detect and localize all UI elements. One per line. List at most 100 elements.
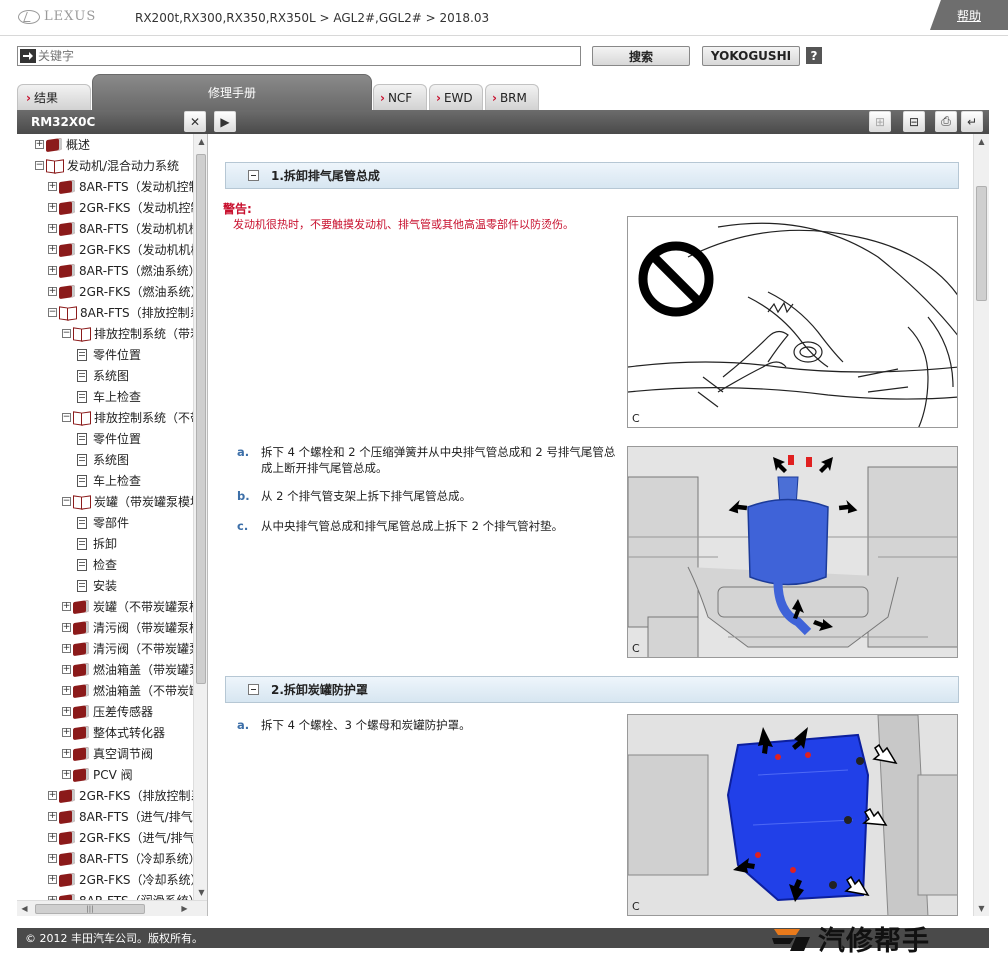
tree-item[interactable]: + 概述 (17, 134, 193, 155)
expand-node-icon[interactable]: + (62, 623, 71, 632)
closed-book-icon (59, 263, 75, 278)
tree-scroll-thumb[interactable] (196, 154, 206, 684)
tree-item-label: 零件位置 (93, 432, 142, 446)
tree-item[interactable]: − 8AR-FTS（排放控制系 (17, 302, 193, 323)
return-button[interactable]: ↵ (961, 111, 983, 132)
help-link[interactable]: 帮助 (930, 0, 1008, 30)
collapse-section-icon[interactable] (248, 684, 259, 695)
tree-item[interactable]: 车上检查 (17, 470, 193, 491)
yokogushi-button[interactable]: YOKOGUSHI (702, 46, 800, 66)
scroll-up-icon[interactable]: ▲ (974, 134, 989, 149)
tree-item[interactable]: 车上检查 (17, 386, 193, 407)
collapse-all-button[interactable]: ⊟ (903, 111, 925, 132)
expand-node-icon[interactable]: + (62, 602, 71, 611)
scroll-right-icon[interactable]: ▶ (177, 901, 192, 916)
tree-item[interactable]: − 排放控制系统（不带 (17, 407, 193, 428)
expand-node-icon[interactable]: + (35, 140, 44, 149)
scroll-left-icon[interactable]: ◀ (17, 901, 32, 916)
content-vertical-scrollbar[interactable]: ▲ ▼ (973, 134, 989, 916)
tab-label: NCF (387, 90, 413, 105)
content-scroll-thumb[interactable] (976, 186, 987, 301)
toggle-tree-button[interactable]: ▶ (214, 111, 236, 132)
tree-item[interactable]: 拆卸 (17, 533, 193, 554)
expand-node-icon[interactable]: + (48, 875, 57, 884)
expand-node-icon[interactable]: + (48, 791, 57, 800)
expand-node-icon[interactable]: + (62, 644, 71, 653)
collapse-node-icon[interactable]: − (48, 308, 57, 317)
expand-node-icon[interactable]: + (62, 665, 71, 674)
expand-node-icon[interactable]: + (48, 812, 57, 821)
expand-node-icon[interactable]: + (48, 287, 57, 296)
tree-hscroll-thumb[interactable]: ||| (35, 904, 145, 914)
tab-ncf[interactable]: › NCF (373, 84, 427, 110)
tree-item[interactable]: + PCV 阀 (17, 764, 193, 785)
expand-node-icon[interactable]: + (62, 686, 71, 695)
collapse-node-icon[interactable]: − (62, 413, 71, 422)
breadcrumb[interactable]: RX200t,RX300,RX350,RX350L > AGL2#,GGL2# … (135, 11, 489, 25)
tree-item[interactable]: + 压差传感器 (17, 701, 193, 722)
tree-item[interactable]: + 真空调节阀 (17, 743, 193, 764)
collapse-node-icon[interactable]: − (62, 329, 71, 338)
help-question-icon[interactable]: ? (806, 47, 822, 64)
tree-item[interactable]: +8AR-FTS（润滑系统） (17, 890, 193, 900)
expand-all-button[interactable]: ⊞ (869, 111, 891, 132)
tree-item[interactable]: − 发动机/混合动力系统 (17, 155, 193, 176)
tab-repair-manual[interactable]: 修理手册 (92, 74, 372, 110)
collapse-node-icon[interactable]: − (62, 497, 71, 506)
tree-item[interactable]: + 燃油箱盖（带炭罐泵 (17, 659, 193, 680)
tree-item[interactable]: +8AR-FTS（发动机控制 (17, 176, 193, 197)
tree-item[interactable]: 零件位置 (17, 428, 193, 449)
tree-item[interactable]: 零部件 (17, 512, 193, 533)
tree-item[interactable]: +2GR-FKS（进气/排气 (17, 827, 193, 848)
tree-item[interactable]: +2GR-FKS（排放控制系 (17, 785, 193, 806)
section-header-remove-canister-guard[interactable]: 2.拆卸炭罐防护罩 (225, 676, 959, 703)
expand-node-icon[interactable]: + (48, 854, 57, 863)
print-button[interactable]: ⎙ (935, 111, 957, 132)
tab-results[interactable]: › 结果 (17, 84, 91, 110)
tree-item-label: 8AR-FTS（润滑系统） (79, 892, 193, 900)
tree-item[interactable]: + 清污阀（带炭罐泵模 (17, 617, 193, 638)
tree-item[interactable]: − 炭罐（带炭罐泵模块 (17, 491, 193, 512)
tree-vertical-scrollbar[interactable]: ▲ ▼ (193, 134, 207, 900)
expand-node-icon[interactable]: + (48, 266, 57, 275)
tree-item[interactable]: 系统图 (17, 365, 193, 386)
tree-item[interactable]: +2GR-FKS（发动机控制 (17, 197, 193, 218)
tree-item[interactable]: + 炭罐（不带炭罐泵模 (17, 596, 193, 617)
expand-node-icon[interactable]: + (62, 770, 71, 779)
search-button[interactable]: 搜索 (592, 46, 690, 66)
tree-item[interactable]: +8AR-FTS（发动机机械 (17, 218, 193, 239)
tree-item[interactable]: +8AR-FTS（燃油系统） (17, 260, 193, 281)
tree-item[interactable]: 检查 (17, 554, 193, 575)
tab-ewd[interactable]: › EWD (429, 84, 483, 110)
expand-node-icon[interactable]: + (48, 224, 57, 233)
collapse-section-icon[interactable] (248, 170, 259, 181)
scroll-down-icon[interactable]: ▼ (194, 885, 207, 900)
tree-item[interactable]: + 整体式转化器 (17, 722, 193, 743)
close-tree-button[interactable]: ✕ (184, 111, 206, 132)
expand-node-icon[interactable]: + (48, 833, 57, 842)
expand-node-icon[interactable]: + (48, 245, 57, 254)
tree-item[interactable]: 零件位置 (17, 344, 193, 365)
tree-item[interactable]: +8AR-FTS（冷却系统） (17, 848, 193, 869)
expand-node-icon[interactable]: + (48, 203, 57, 212)
expand-node-icon[interactable]: + (62, 728, 71, 737)
tree-item[interactable]: − 排放控制系统（带炭 (17, 323, 193, 344)
search-input[interactable] (36, 47, 580, 65)
tree-item[interactable]: +2GR-FKS（燃油系统） (17, 281, 193, 302)
scroll-down-icon[interactable]: ▼ (974, 901, 989, 916)
tree-horizontal-scrollbar[interactable]: ◀ ||| ▶ (17, 900, 207, 916)
expand-node-icon[interactable]: + (62, 707, 71, 716)
tree-item[interactable]: + 清污阀（不带炭罐泵 (17, 638, 193, 659)
section-header-remove-tailpipe[interactable]: 1.拆卸排气尾管总成 (225, 162, 959, 189)
tree-item[interactable]: +2GR-FKS（冷却系统） (17, 869, 193, 890)
scroll-up-icon[interactable]: ▲ (194, 134, 207, 149)
tree-item[interactable]: 安装 (17, 575, 193, 596)
expand-node-icon[interactable]: + (48, 182, 57, 191)
tree-item[interactable]: + 燃油箱盖（不带炭罐 (17, 680, 193, 701)
collapse-node-icon[interactable]: − (35, 161, 44, 170)
tree-item[interactable]: +8AR-FTS（进气/排气 (17, 806, 193, 827)
tree-item[interactable]: 系统图 (17, 449, 193, 470)
tab-brm[interactable]: › BRM (485, 84, 539, 110)
tree-item[interactable]: +2GR-FKS（发动机机械 (17, 239, 193, 260)
expand-node-icon[interactable]: + (62, 749, 71, 758)
